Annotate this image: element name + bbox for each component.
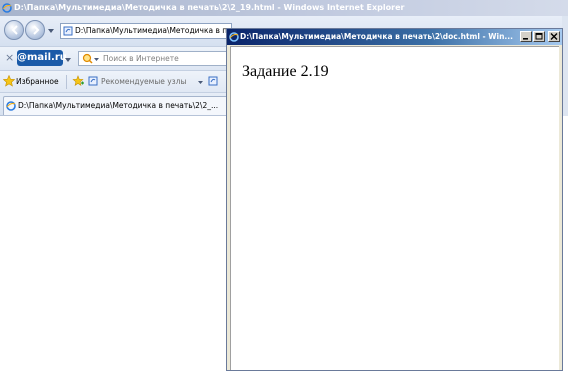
search-icon xyxy=(82,53,93,64)
tab-title: D:\Папка\Мультимедиа\Методичка в печать\… xyxy=(18,101,219,110)
chevron-down-icon xyxy=(94,58,99,61)
chevron-down-icon[interactable] xyxy=(65,57,71,63)
back-arrow-icon xyxy=(11,25,18,35)
mailru-logo-text: @mail.ru xyxy=(17,52,67,63)
search-input[interactable]: Поиск в Интернете xyxy=(78,51,228,66)
background-title-bar[interactable]: D:\Папка\Мультимедиа\Методичка в печать\… xyxy=(0,0,568,16)
back-button[interactable] xyxy=(4,20,24,40)
ie-logo-icon xyxy=(2,3,12,13)
page-icon xyxy=(63,26,73,36)
recent-pages-dropdown[interactable] xyxy=(48,28,54,34)
tab-current-page[interactable]: D:\Папка\Мультимедиа\Методичка в печать\… xyxy=(3,96,229,115)
popup-window: D:\Папка\Мультимедиа\Методичка в печать\… xyxy=(226,28,563,371)
popup-title-bar[interactable]: D:\Папка\Мультимедиа\Методичка в печать\… xyxy=(227,29,562,45)
maximize-button[interactable] xyxy=(533,31,545,42)
page-heading: Задание 2.19 xyxy=(242,63,329,80)
minimize-icon xyxy=(523,38,528,40)
forward-arrow-icon xyxy=(33,25,40,35)
forward-button[interactable] xyxy=(25,20,45,40)
close-toolbar-icon[interactable]: × xyxy=(5,50,14,66)
maximize-icon xyxy=(535,33,543,40)
add-favorites-icon[interactable] xyxy=(72,75,84,87)
address-text: D:\Папка\Мультимедиа\Методичка в печать\… xyxy=(75,26,231,35)
recommended-sites-button[interactable]: Рекомендуемые узлы xyxy=(101,71,186,93)
background-window-title: D:\Папка\Мультимедиа\Методичка в печать\… xyxy=(14,3,405,12)
mailru-logo-button[interactable]: @mail.ru xyxy=(17,50,67,66)
toolbar-divider xyxy=(66,75,67,89)
search-placeholder: Поиск в Интернете xyxy=(103,54,179,63)
ie-logo-icon xyxy=(6,101,16,111)
close-icon xyxy=(550,33,558,40)
popup-window-title: D:\Папка\Мультимедиа\Методичка в печать\… xyxy=(240,32,513,41)
favorites-star-icon xyxy=(3,75,15,87)
page-icon xyxy=(88,76,98,86)
close-button[interactable] xyxy=(548,31,560,42)
chevron-down-icon[interactable] xyxy=(198,80,203,85)
popup-page-content: Задание 2.19 xyxy=(230,46,559,370)
ie-logo-icon xyxy=(229,32,239,42)
page-icon[interactable] xyxy=(208,76,218,86)
favorites-button[interactable]: Избранное xyxy=(16,71,59,93)
minimize-button[interactable] xyxy=(520,31,532,42)
address-bar[interactable]: D:\Папка\Мультимедиа\Методичка в печать\… xyxy=(60,23,232,39)
